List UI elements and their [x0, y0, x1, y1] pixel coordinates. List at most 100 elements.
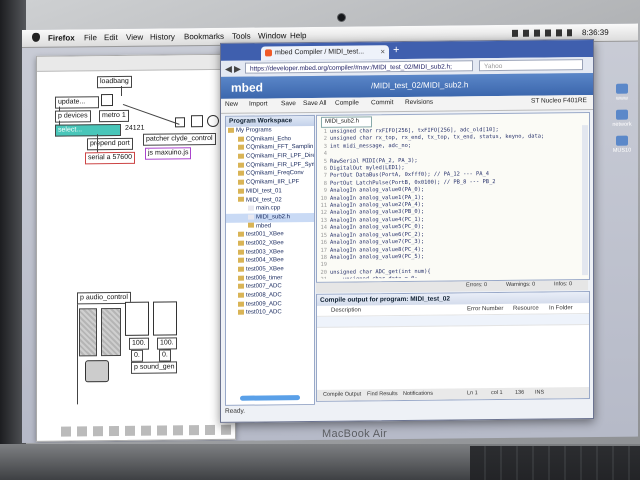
- save-button[interactable]: Save: [281, 100, 296, 107]
- compile-button[interactable]: Compile: [335, 99, 359, 106]
- folder-icon: [238, 249, 244, 255]
- desktop-item[interactable]: MUS10: [607, 135, 637, 162]
- back-icon[interactable]: ◀: [225, 64, 232, 75]
- folder-icon: [238, 197, 244, 203]
- patch-toolbar[interactable]: [61, 424, 231, 437]
- menu-history[interactable]: History: [150, 32, 175, 41]
- menu-bookmarks[interactable]: Bookmarks: [184, 32, 224, 41]
- code-text: unsigned char data = 0;: [330, 276, 418, 279]
- tab-mbed-compiler[interactable]: mbed Compiler / MIDI_test... ×: [261, 45, 389, 61]
- status-icons[interactable]: [512, 29, 572, 37]
- warnings-count[interactable]: Warnings: 0: [506, 282, 535, 288]
- tab-notifications[interactable]: Notifications: [403, 391, 433, 397]
- folder-icon: [238, 153, 244, 159]
- file-icon: [248, 205, 254, 211]
- insert-mode: INS: [535, 389, 545, 396]
- tab-find-results[interactable]: Find Results: [367, 391, 398, 397]
- desktop-item-label: MUS10: [612, 147, 632, 154]
- folder-icon: [238, 301, 244, 307]
- workspace-item-label: test005_XBee: [246, 266, 284, 273]
- gain-fader-1[interactable]: [125, 301, 149, 336]
- column-resource[interactable]: Resource: [513, 304, 539, 314]
- menu-tools[interactable]: Tools: [232, 32, 251, 41]
- select-umenu[interactable]: select...: [55, 123, 121, 137]
- workspace-item[interactable]: test010_ADC: [226, 308, 314, 318]
- menu-help[interactable]: Help: [290, 31, 306, 40]
- url-field[interactable]: https://developer.mbed.org/compiler/#nav…: [245, 60, 473, 74]
- loadbang-object[interactable]: loadbang: [97, 75, 132, 89]
- code-text: AnalogIn analog_value3(PB_0);: [330, 209, 425, 217]
- bang-button-2[interactable]: [207, 114, 219, 128]
- audio-control-object[interactable]: p audio_control: [77, 291, 131, 305]
- workspace-item-label: CQmikami_FIR_LPF_Sym: [246, 161, 314, 169]
- forward-icon[interactable]: ▶: [234, 64, 241, 75]
- serial-object[interactable]: serial a 57600: [85, 151, 135, 165]
- search-field[interactable]: Yahoo: [479, 59, 583, 72]
- workspace-tree: My Programs CQmikami_Echo CQmikami_FFT_Sam…: [226, 126, 314, 318]
- number-box-1[interactable]: 100.: [129, 337, 149, 350]
- code-text: AnalogIn analog_value8(PC_4);: [330, 246, 425, 254]
- workspace-item-label: main.cpp: [256, 205, 281, 212]
- mbed-logo[interactable]: mbed: [231, 80, 263, 94]
- revisions-button[interactable]: Revisions: [405, 99, 433, 106]
- line-number: 21: [317, 277, 328, 279]
- update-message[interactable]: update...: [55, 96, 99, 109]
- code-editor: MIDI_sub2.h 1 unsigned char rxFIFO[256], …: [316, 112, 590, 283]
- column-in-folder[interactable]: In Folder: [549, 303, 573, 313]
- infos-count[interactable]: Infos: 0: [554, 281, 572, 287]
- folder-icon: [238, 144, 244, 151]
- sound-gen-object[interactable]: p sound_gen: [131, 361, 178, 374]
- menubar-clock[interactable]: 8:36:39: [582, 28, 609, 37]
- new-tab-icon[interactable]: +: [393, 44, 399, 56]
- desktop-item[interactable]: www: [607, 83, 637, 110]
- desktop-icons: www network MUS10: [607, 83, 637, 304]
- js-object[interactable]: js maxuino.js: [145, 147, 192, 160]
- folder-icon: [238, 179, 244, 185]
- workspace-item-label: MIDI_sub2.h: [256, 214, 291, 221]
- column-error-number[interactable]: Error Number: [467, 304, 503, 314]
- code-text: AnalogIn analog_value5(PC_0);: [330, 224, 425, 232]
- bang-button[interactable]: [101, 94, 113, 107]
- new-button[interactable]: New: [225, 101, 238, 108]
- desktop-item-label: network: [612, 121, 632, 128]
- slider-left[interactable]: [79, 308, 97, 357]
- column-description[interactable]: Description: [331, 307, 361, 313]
- gain-fader-2[interactable]: [153, 301, 177, 336]
- metro-object[interactable]: metro 1: [99, 109, 129, 123]
- toggle-box-2[interactable]: [191, 115, 203, 128]
- editor-tab[interactable]: MIDI_sub2.h: [321, 116, 372, 128]
- apple-icon[interactable]: [32, 32, 40, 42]
- workspace-item-label: CQmikami_Echo: [246, 135, 292, 143]
- menu-edit[interactable]: Edit: [104, 33, 118, 42]
- save-all-button[interactable]: Save All: [303, 100, 327, 107]
- code-text: unsigned char ADC_get(int num){: [330, 268, 431, 276]
- page-title: /MIDI_test_02/MIDI_sub2.h: [371, 80, 469, 91]
- line-number: 3: [323, 143, 327, 150]
- close-icon[interactable]: ×: [380, 45, 385, 59]
- folder-icon: [616, 83, 628, 94]
- errors-count[interactable]: Errors: 0: [466, 282, 487, 288]
- folder-icon: [238, 283, 244, 290]
- code-area[interactable]: 1 unsigned char rxFIFO[256], txFIFO[256],…: [317, 126, 581, 279]
- menu-view[interactable]: View: [126, 33, 143, 42]
- menu-firefox[interactable]: Firefox: [48, 33, 75, 42]
- commit-button[interactable]: Commit: [371, 99, 393, 106]
- menu-window[interactable]: Window: [258, 31, 286, 40]
- number-box-2[interactable]: 100.: [157, 337, 177, 350]
- patch-cord: [59, 120, 60, 126]
- line-number: 13: [320, 217, 328, 224]
- speaker-icon[interactable]: [85, 360, 109, 383]
- workspace-scrollbar[interactable]: [240, 395, 300, 401]
- patcher-object[interactable]: patcher clyde_control: [143, 132, 216, 146]
- number-box-4[interactable]: 0.: [159, 349, 171, 362]
- menu-file[interactable]: File: [84, 33, 97, 42]
- slider-right[interactable]: [101, 307, 121, 357]
- import-button[interactable]: Import: [249, 100, 267, 107]
- devices-object[interactable]: p devices: [55, 110, 91, 123]
- editor-scrollbar[interactable]: [582, 125, 588, 276]
- number-box-3[interactable]: 0.: [131, 349, 143, 362]
- tab-compile-output[interactable]: Compile Output: [323, 391, 361, 397]
- prepend-object[interactable]: prepend port: [87, 137, 133, 151]
- platform-selector[interactable]: ST Nucleo F401RE: [531, 97, 587, 105]
- desktop-item[interactable]: network: [607, 109, 637, 136]
